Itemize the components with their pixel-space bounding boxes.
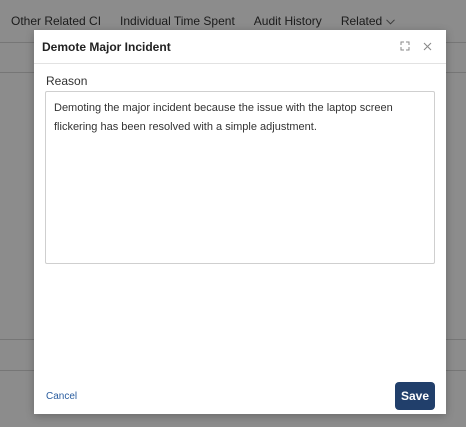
dialog-title: Demote Major Incident	[42, 40, 171, 54]
save-button[interactable]: Save	[395, 382, 435, 410]
dialog-header: Demote Major Incident	[34, 30, 446, 64]
demote-major-incident-dialog: Demote Major Incident Reason Demoting th…	[34, 30, 446, 414]
cancel-link[interactable]: Cancel	[46, 391, 77, 402]
page: Other Related CI Individual Time Spent A…	[0, 0, 466, 427]
close-icon[interactable]	[420, 39, 434, 53]
reason-label: Reason	[46, 74, 88, 88]
reason-textarea[interactable]: Demoting the major incident because the …	[45, 91, 435, 264]
expand-icon[interactable]	[398, 39, 412, 53]
